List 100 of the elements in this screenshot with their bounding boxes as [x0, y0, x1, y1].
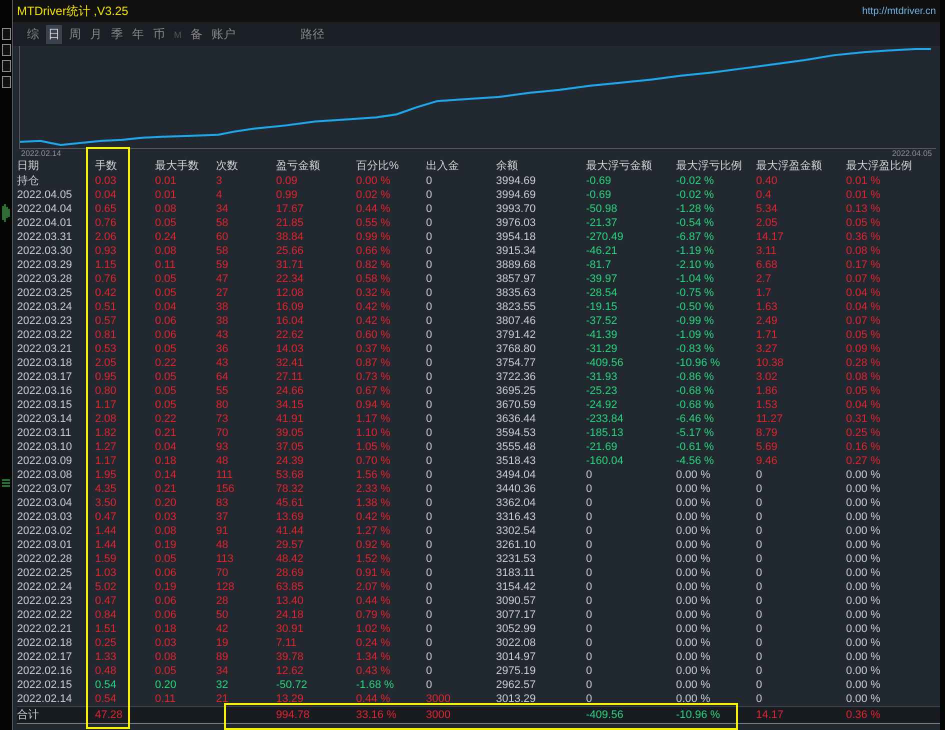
table-cell-text: 2.05 — [756, 216, 778, 230]
tab[interactable]: 账户 — [210, 25, 238, 44]
table-cell-text: 22.34 — [276, 272, 305, 286]
table-cell-text: 0.44 % — [356, 202, 392, 216]
table-cell-text: 0 — [426, 510, 434, 524]
table-cell-text: 0.44 % — [356, 594, 392, 608]
table-cell-text: 0.06 — [155, 314, 178, 328]
table-cell-text: 0.00 % — [846, 482, 882, 496]
table-cell-text: -25.23 — [586, 384, 618, 398]
table-cell-text: 0.00 % — [676, 678, 712, 692]
table-cell-text: 0.40 — [756, 174, 778, 188]
table-cell-text: 1.17 — [95, 398, 118, 412]
tab[interactable]: 日 — [46, 25, 62, 44]
side-button-icon[interactable] — [2, 28, 10, 40]
table-cell-text: 1.59 — [95, 552, 118, 566]
table-cell-text: 0.21 — [155, 426, 178, 440]
table-cell-text: 0 — [426, 566, 434, 580]
table-cell-text: 3889.68 — [496, 258, 537, 272]
tab[interactable]: 路径 — [298, 25, 326, 44]
table-cell-text: 994.78 — [276, 708, 311, 723]
table-cell-text: 0 — [426, 202, 434, 216]
table-cell-text: 3791.42 — [496, 328, 537, 342]
table-cell-text: 0.67 % — [356, 384, 392, 398]
table-cell-text: 0.24 % — [356, 636, 392, 650]
table-cell-text: 0 — [426, 342, 434, 356]
table-cell-text: 2022.03.21 — [17, 342, 74, 356]
side-button-icon[interactable] — [2, 76, 10, 88]
table-cell-text: 63.85 — [276, 580, 305, 594]
table-cell-text: 0.00 % — [676, 608, 712, 622]
side-button-icon[interactable] — [2, 60, 10, 72]
table-cell-text: 5.34 — [756, 202, 778, 216]
website-link[interactable]: http://mtdriver.cn — [862, 6, 936, 16]
table-cell-text: 0.24 — [155, 230, 178, 244]
table-cell-text: 0 — [756, 692, 764, 706]
table-cell-text: 0 — [756, 510, 764, 524]
tab[interactable]: 币 — [151, 25, 167, 44]
table-cell-text: 0 — [426, 398, 434, 412]
table-cell-text: 0.87 % — [356, 356, 392, 370]
table-cell-text: 2022.02.28 — [17, 552, 74, 566]
table-cell-text: 0.07 % — [846, 272, 882, 286]
table-cell-text: 1.56 % — [356, 468, 392, 482]
table-cell-text: 2022.02.24 — [17, 580, 74, 594]
table-cell-text: 14.03 — [276, 342, 305, 356]
table-cell-text: 3440.36 — [496, 482, 537, 496]
table-cell-text: 0 — [426, 300, 434, 314]
table-cell-text: 45.61 — [276, 496, 305, 510]
tab[interactable]: 年 — [130, 25, 146, 44]
table-cell-text: 3722.36 — [496, 370, 537, 384]
table-cell-text: 0.43 % — [356, 664, 392, 678]
table-cell-text: 60 — [216, 230, 230, 244]
table-cell-text: -0.69 — [586, 174, 612, 188]
table-cell-text: 5.69 — [756, 440, 778, 454]
table-cell-text: 48 — [216, 454, 230, 468]
table-cell-text: 0.20 — [155, 496, 178, 510]
tab[interactable]: 周 — [67, 25, 83, 44]
table-cell-text: 3807.46 — [496, 314, 537, 328]
table-cell-text: 2022.03.11 — [17, 426, 72, 440]
side-button-icon[interactable] — [2, 44, 10, 56]
table-cell-text: 3.50 — [95, 496, 118, 510]
table-cell-text: 1.27 — [95, 440, 118, 454]
tab[interactable]: 月 — [88, 25, 104, 44]
table-cell-text: 0 — [426, 370, 434, 384]
table-cell-text: 0.37 % — [356, 342, 392, 356]
table-cell-text: 0.00 % — [676, 538, 712, 552]
table-cell-text: 0.25 % — [846, 426, 882, 440]
table-cell-text: 0.05 — [155, 370, 178, 384]
table-cell-text: 0 — [756, 636, 764, 650]
table-cell-text: -21.69 — [586, 440, 618, 454]
table-cell-text: 3014.97 — [496, 650, 537, 664]
table-cell-text: 0.99 — [276, 188, 298, 202]
table-cell-text: 1.82 — [95, 426, 118, 440]
table-cell-text: 3768.80 — [496, 342, 537, 356]
table-cell-text: 31.71 — [276, 258, 305, 272]
table-cell-text: 0.01 — [155, 174, 178, 188]
table-cell-text: 1.10 % — [356, 426, 392, 440]
table-cell-text: 0 — [756, 566, 764, 580]
table-cell-text: 0 — [426, 622, 434, 636]
table-cell-text: 0.00 % — [676, 524, 712, 538]
column-header: 出入金 — [426, 159, 460, 174]
column-header: 最大浮亏金额 — [586, 159, 653, 174]
table-cell-text: 2022.03.01 — [17, 538, 74, 552]
table-cell-text: 0 — [426, 468, 434, 482]
table-cell-text: 0.44 % — [356, 692, 392, 706]
table-cell-text: 0.00 % — [846, 538, 882, 552]
table-cell-text: 0 — [586, 580, 594, 594]
table-cell-text: 0.05 — [155, 216, 178, 230]
table-cell-text: 38.84 — [276, 230, 305, 244]
table-cell-text: 0.05 — [155, 272, 178, 286]
table-cell-text: 0 — [426, 636, 434, 650]
table-cell-text: 2022.04.05 — [17, 188, 74, 202]
tab[interactable]: 备 — [188, 25, 204, 44]
table-cell-text: 0.60 % — [356, 328, 392, 342]
table-cell-text: 0 — [586, 552, 594, 566]
table-cell-text: 0 — [426, 244, 434, 258]
table-cell-text: 2022.03.07 — [17, 482, 74, 496]
tab[interactable]: 季 — [109, 25, 125, 44]
table-cell-text: -0.68 % — [676, 398, 715, 412]
table-cell-text: 1.44 — [95, 524, 118, 538]
table-cell-text: 0 — [586, 608, 594, 622]
tab[interactable]: 综 — [25, 25, 41, 44]
